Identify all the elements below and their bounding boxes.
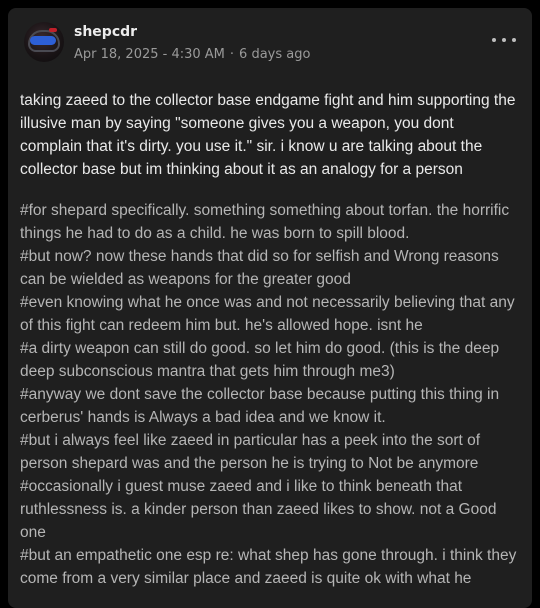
more-options-icon[interactable] bbox=[492, 32, 516, 48]
post-header: shepcdr Apr 18, 2025 - 4:30 AM · 6 days ag… bbox=[8, 8, 532, 76]
tag[interactable]: #occasionally i guest muse zaeed and i l… bbox=[20, 475, 526, 544]
meta-separator: · bbox=[229, 47, 235, 62]
tag[interactable]: #even knowing what he once was and not n… bbox=[20, 291, 526, 337]
relative-time: 6 days ago bbox=[239, 47, 311, 62]
avatar-accent-shape bbox=[49, 28, 57, 32]
tag[interactable]: #but now? now these hands that did so fo… bbox=[20, 245, 526, 291]
tag[interactable]: #a dirty weapon can still do good. so le… bbox=[20, 337, 526, 383]
more-dot bbox=[502, 38, 506, 42]
avatar-visor-shape bbox=[30, 36, 56, 45]
post-tags: #for shepard specifically. something som… bbox=[20, 199, 526, 590]
tag[interactable]: #anyway we dont save the collector base … bbox=[20, 383, 526, 429]
post-meta: Apr 18, 2025 - 4:30 AM · 6 days ago bbox=[74, 46, 310, 63]
tag[interactable]: #for shepard specifically. something som… bbox=[20, 199, 526, 245]
post-body: taking zaeed to the collector base endga… bbox=[20, 92, 516, 178]
post-date[interactable]: Apr 18, 2025 - 4:30 AM bbox=[74, 47, 225, 62]
author-name[interactable]: shepcdr bbox=[74, 23, 137, 41]
avatar[interactable] bbox=[24, 22, 64, 62]
post-card: shepcdr Apr 18, 2025 - 4:30 AM · 6 days ag… bbox=[8, 8, 532, 608]
tag[interactable]: #but an empathetic one esp re: what shep… bbox=[20, 544, 526, 590]
more-dot bbox=[512, 38, 516, 42]
more-dot bbox=[492, 38, 496, 42]
tag[interactable]: #but i always feel like zaeed in particu… bbox=[20, 429, 526, 475]
